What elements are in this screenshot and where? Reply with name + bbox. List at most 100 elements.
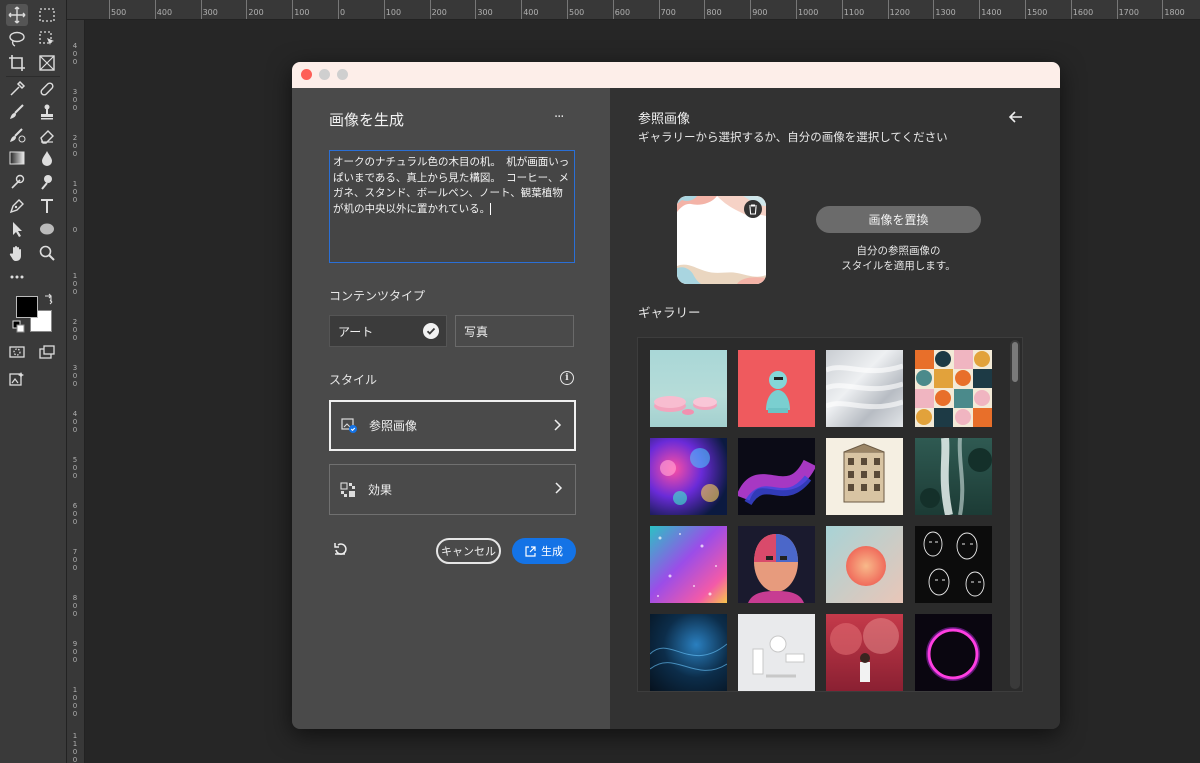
ruler-label: 1500 [1027,8,1048,17]
object-selection-tool-icon[interactable] [36,28,58,50]
ruler-tick [383,0,385,19]
quick-mask-icon[interactable] [6,341,28,363]
gallery-scrollbar-thumb[interactable] [1012,342,1018,382]
zoom-tool-icon[interactable] [36,242,58,264]
ruler-label: 1600 [1072,8,1094,17]
gradient-tool-icon[interactable] [6,147,28,169]
ruler-tick [704,0,706,19]
style-card-effects[interactable]: 効果 [329,464,576,515]
gallery-thumbnail-building-sketch[interactable] [826,438,903,515]
text-cursor [490,202,492,215]
crop-tool-icon[interactable] [6,52,28,74]
type-tool-icon[interactable] [36,195,58,217]
ruler-label: 600 [614,8,631,17]
replace-image-button[interactable]: 画像を置換 [816,206,981,233]
gallery-thumbnail-waterfall[interactable] [915,438,992,515]
gallery-thumbnail-pink-discs[interactable] [650,350,727,427]
gallery-thumbnail-line-art-faces[interactable] [915,526,992,603]
content-type-photo-button[interactable]: 写真 [455,315,574,347]
ruler-label: 4 0 0 [72,410,78,434]
ruler-label: 900 [752,8,768,17]
info-icon[interactable]: i [560,371,574,385]
vertical-ruler: 4 0 0 3 0 0 2 0 0 1 0 0 0 1 0 0 2 0 0 3 0 0 4 0 … [67,20,85,763]
generate-settings-pane: 画像を生成 ··· オークのナチュラル色の木目の机。 机が画面いっぱいまである、… [292,88,610,729]
ruler-label: 700 [660,8,676,17]
gallery-thumbnail-geometric-pattern[interactable] [915,350,992,427]
ruler-tick [750,0,752,19]
burn-tool-icon[interactable] [36,171,58,193]
screen-mode-icon[interactable] [36,341,58,363]
ruler-label: 1200 [889,8,910,17]
gallery-scrollbar[interactable] [1010,340,1020,689]
gallery-thumbnail-white-waves[interactable] [826,350,903,427]
lasso-tool-icon[interactable] [6,28,28,50]
gallery-thumbnail-blue-waves[interactable] [650,614,727,691]
generate-image-tool-icon[interactable] [6,368,28,390]
path-selection-tool-icon[interactable] [6,218,28,240]
ruler-label: 400 [156,8,173,17]
foreground-color-swatch[interactable] [16,296,38,318]
ruler-label: 500 [111,8,127,17]
ruler-tick [200,0,202,19]
eyedropper-tool-icon[interactable] [6,78,28,100]
brush-tool-icon[interactable] [6,101,28,123]
ruler-tick [1070,0,1072,19]
ruler-tick [1025,0,1026,19]
marquee-tool-icon[interactable] [36,4,58,26]
pen-tool-icon[interactable] [6,195,28,217]
reference-title: 参照画像 [638,112,691,127]
ruler-label: 500 [569,8,585,17]
hand-tool-icon[interactable] [6,242,28,264]
eraser-tool-icon[interactable] [36,124,58,146]
ruler-tick [979,0,981,19]
clone-stamp-tool-icon[interactable] [36,101,58,123]
gallery-thumbnail-bust-statue[interactable] [738,350,815,427]
zoom-window-button[interactable] [337,69,348,80]
content-type-art-button[interactable]: アート [329,315,447,347]
prompt-textarea[interactable]: オークのナチュラル色の木目の机。 机が画面いっぱいまである、真上から見た構図。 … [329,150,575,263]
prompt-text: オークのナチュラル色の木目の机。 机が画面いっぱいまである、真上から見た構図。 … [333,156,570,215]
swap-colors-icon[interactable] [42,292,56,306]
blur-tool-icon[interactable] [36,147,58,169]
effects-icon [340,481,358,498]
ruler-label: 1300 [935,8,956,17]
ruler-label: 2 0 0 [72,134,78,158]
healing-brush-tool-icon[interactable] [36,78,58,100]
frame-tool-icon[interactable] [36,52,58,74]
ruler-label: 100 [385,8,402,17]
minimize-window-button[interactable] [319,69,330,80]
ruler-tick [521,0,523,19]
gallery-thumbnail-neon-ring[interactable] [915,614,992,691]
gallery-thumbnail-glitter[interactable] [650,526,727,603]
reference-image-thumbnail[interactable] [677,196,766,284]
move-tool-icon[interactable] [6,4,28,26]
more-options-button[interactable]: ··· [554,110,564,125]
checkmark-icon [423,323,439,339]
close-window-button[interactable] [301,69,312,80]
gallery-thumbnail-red-smoke-figure[interactable] [826,614,903,691]
gallery-thumbnail-gradient-orb[interactable] [826,526,903,603]
gallery-thumbnail-bokeh[interactable] [650,438,727,515]
style-card-reference-image[interactable]: 参照画像 [329,400,576,451]
generate-button[interactable]: 生成 [512,538,576,564]
default-colors-icon[interactable] [12,320,26,334]
reference-subtitle: ギャラリーから選択するか、自分の画像を選択してください [638,130,948,144]
cancel-button[interactable]: キャンセル [436,538,501,564]
ruler-tick [292,0,294,19]
history-brush-tool-icon[interactable] [6,124,28,146]
ruler-tick [1116,0,1118,19]
gallery-thumbnail-painted-portrait[interactable] [738,526,815,603]
dialog-titlebar [292,62,1060,88]
ruler-label: 4 0 0 [72,42,78,66]
gallery-thumbnail-white-objects[interactable] [738,614,815,691]
content-type-label: コンテンツタイプ [329,289,426,303]
horizontal-ruler: 500 400 300 200 100 0 100 200 300 400 500 600 700 800… [67,0,1200,20]
ellipse-tool-icon[interactable] [36,218,58,240]
gallery-thumbnail-silk-swirl[interactable] [738,438,815,515]
back-arrow-icon[interactable] [1008,109,1024,123]
more-tools-icon[interactable] [6,266,28,288]
content-type-photo-label: 写真 [464,325,489,339]
dodge-tool-icon[interactable] [6,171,28,193]
reset-icon[interactable] [332,540,350,558]
trash-icon[interactable] [744,200,762,218]
